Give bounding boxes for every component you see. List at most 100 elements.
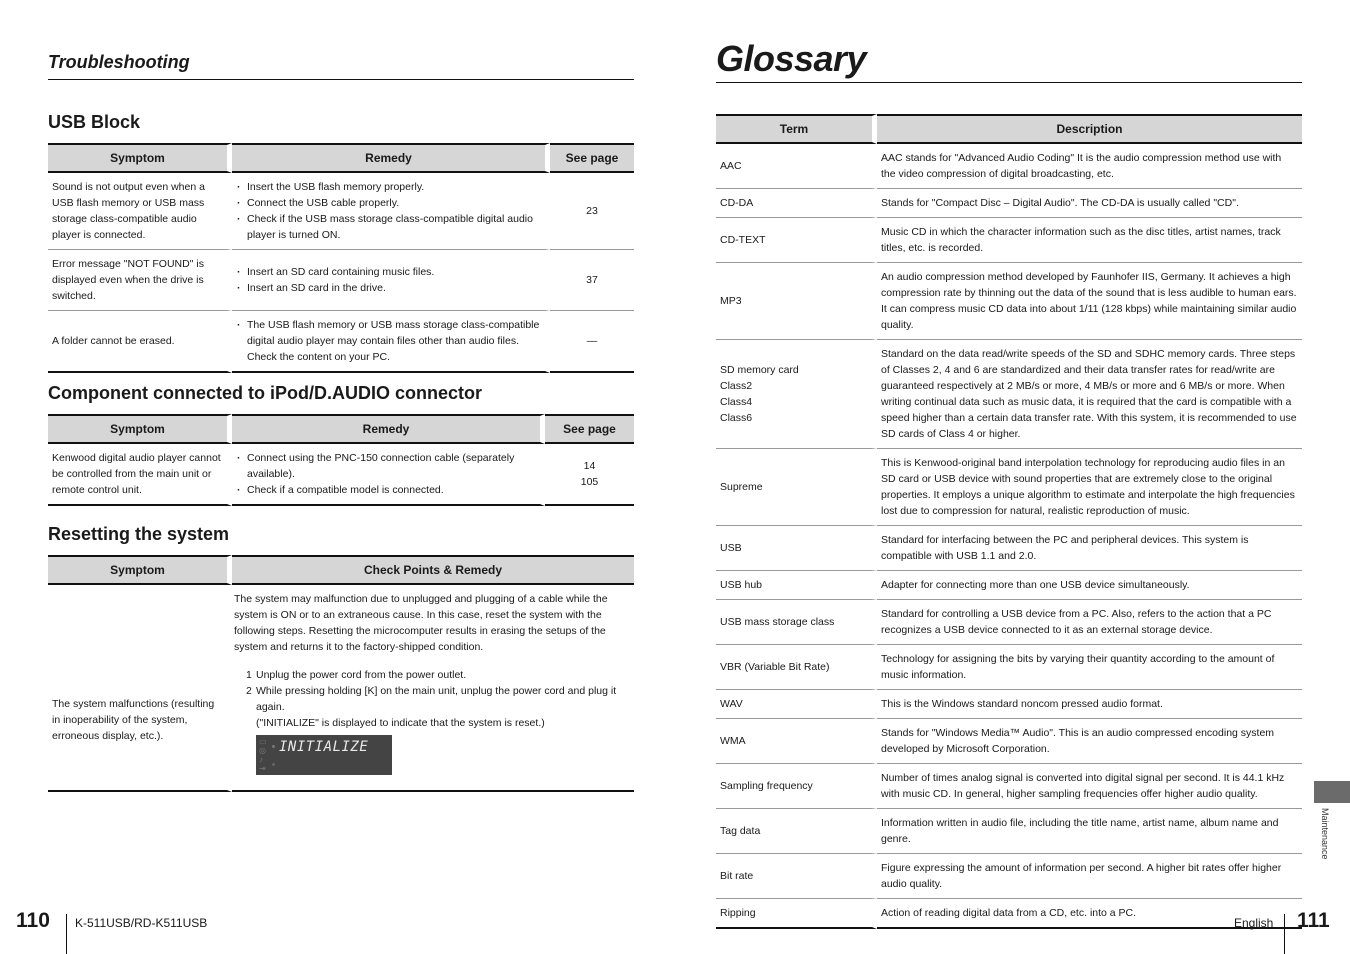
remedy-item: The USB flash memory or USB mass storage… [236, 317, 541, 365]
remedy-cell: Insert the USB flash memory properly. Co… [232, 173, 550, 250]
term-cell: WAV [716, 690, 877, 719]
term-line: Class4 [720, 396, 753, 408]
initialize-display-image: ▭ ◎ ♪ ⇥ INITIALIZE [256, 735, 392, 775]
glossary-row: VBR (Variable Bit Rate) Technology for as… [716, 645, 1302, 690]
remedy-cell: Insert an SD card containing music files… [232, 250, 550, 311]
glossary-title: Glossary [716, 36, 1302, 83]
description-cell: Information written in audio file, inclu… [877, 809, 1302, 854]
term-line: Class2 [720, 380, 753, 392]
see-page-value: 105 [580, 476, 599, 488]
col-header-see-page: See page [545, 414, 634, 444]
description-cell: Music CD in which the character informat… [877, 218, 1302, 263]
table-row: Sound is not output even when a USB flas… [48, 173, 634, 250]
see-page-value: 14 [583, 460, 596, 472]
display-text: INITIALIZE [279, 739, 369, 755]
glossary-body: AAC AAC stands for "Advanced Audio Coding… [716, 144, 1302, 929]
term-line: SD memory card [720, 364, 799, 376]
term-cell: Supreme [716, 449, 877, 526]
term-cell: MP3 [716, 263, 877, 340]
description-cell: This is Kenwood-original band interpolat… [877, 449, 1302, 526]
glossary-row: SD memory card Class2 Class4 Class6 Standard… [716, 340, 1302, 449]
symptom-cell: Sound is not output even when a USB flas… [48, 173, 232, 250]
model-name: K-511USB/RD-K511USB [75, 916, 208, 930]
remedy-item: Connect the USB cable properly. [236, 195, 541, 211]
remedy-cell: Connect using the PNC-150 connection cab… [232, 444, 545, 506]
col-header-term: Term [716, 114, 877, 144]
description-cell: AAC stands for "Advanced Audio Coding" I… [877, 144, 1302, 189]
term-cell: USB mass storage class [716, 600, 877, 645]
col-header-symptom: Symptom [48, 143, 232, 173]
description-cell: Figure expressing the amount of informat… [877, 854, 1302, 899]
see-page-cell: — [550, 311, 634, 373]
term-cell: Tag data [716, 809, 877, 854]
ipod-block-heading: Component connected to iPod/D.AUDIO conn… [48, 383, 483, 403]
check-points-cell: The system may malfunction due to unplug… [232, 585, 634, 792]
symptom-cell: The system malfunctions (resulting in in… [48, 585, 232, 792]
reset-steps: 1 Unplug the power cord from the power ou… [234, 667, 634, 715]
glossary-row: Bit rate Figure expressing the amount of … [716, 854, 1302, 899]
description-cell: Standard for controlling a USB device fr… [877, 600, 1302, 645]
glossary-row: CD-DA Stands for "Compact Disc – Digital … [716, 189, 1302, 218]
glossary-row: Sampling frequency Number of times analog… [716, 764, 1302, 809]
glossary-row: WMA Stands for "Windows Media™ Audio". Th… [716, 719, 1302, 764]
term-cell: USB [716, 526, 877, 571]
display-status-icons: ▭ ◎ ♪ ⇥ [259, 737, 267, 773]
remedy-item: Insert an SD card containing music files… [236, 264, 541, 280]
col-header-description: Description [877, 114, 1302, 144]
language-label: English [1234, 916, 1274, 930]
glossary-row: AAC AAC stands for "Advanced Audio Coding… [716, 144, 1302, 189]
col-header-remedy: Remedy [232, 143, 550, 173]
description-cell: Standard for interfacing between the PC … [877, 526, 1302, 571]
ipod-block-table: Symptom Remedy See page Kenwood digital … [48, 414, 634, 506]
description-cell: Stands for "Compact Disc – Digital Audio… [877, 189, 1302, 218]
display-dot [272, 745, 275, 748]
col-header-symptom: Symptom [48, 414, 232, 444]
term-cell: Bit rate [716, 854, 877, 899]
reset-intro: The system may malfunction due to unplug… [234, 593, 608, 653]
term-cell: CD-DA [716, 189, 877, 218]
remedy-item: Connect using the PNC-150 connection cab… [236, 450, 536, 482]
col-header-check-points: Check Points & Remedy [232, 555, 634, 585]
col-header-remedy: Remedy [232, 414, 545, 444]
glossary-row: Tag data Information written in audio fil… [716, 809, 1302, 854]
table-row: The system malfunctions (resulting in in… [48, 585, 634, 792]
table-row: Error message "NOT FOUND" is displayed e… [48, 250, 634, 311]
col-header-symptom: Symptom [48, 555, 232, 585]
description-cell: Stands for "Windows Media™ Audio". This … [877, 719, 1302, 764]
description-cell: Number of times analog signal is convert… [877, 764, 1302, 809]
see-page-cell: 14 105 [545, 444, 634, 506]
term-cell: WMA [716, 719, 877, 764]
running-head: Troubleshooting [48, 52, 634, 80]
glossary-row: MP3 An audio compression method developed… [716, 263, 1302, 340]
glossary-row: USB hub Adapter for connecting more than … [716, 571, 1302, 600]
section-tab-label: Maintenance [1320, 808, 1330, 860]
glossary-row: USB mass storage class Standard for contr… [716, 600, 1302, 645]
reset-block-table: Symptom Check Points & Remedy The system… [48, 555, 634, 792]
usb-block-heading: USB Block [48, 112, 141, 132]
description-cell: This is the Windows standard noncom pres… [877, 690, 1302, 719]
term-cell: Ripping [716, 899, 877, 929]
col-header-see-page: See page [550, 143, 634, 173]
reset-step: 1 Unplug the power cord from the power ou… [246, 669, 467, 681]
table-row: A folder cannot be erased. The USB flash… [48, 311, 634, 373]
reset-step: 2 While pressing holding [K] on the main … [246, 685, 617, 713]
symptom-cell: A folder cannot be erased. [48, 311, 232, 373]
remedy-item: Check if the USB mass storage class-comp… [236, 211, 541, 243]
term-cell: CD-TEXT [716, 218, 877, 263]
term-cell: Sampling frequency [716, 764, 877, 809]
description-cell: Adapter for connecting more than one USB… [877, 571, 1302, 600]
description-cell: Technology for assigning the bits by var… [877, 645, 1302, 690]
page-number-right: 111 [1297, 909, 1330, 932]
footer-divider [66, 914, 67, 954]
term-cell: USB hub [716, 571, 877, 600]
term-cell: VBR (Variable Bit Rate) [716, 645, 877, 690]
term-line: Class6 [720, 412, 753, 424]
remedy-item: Insert the USB flash memory properly. [236, 179, 541, 195]
remedy-cell: The USB flash memory or USB mass storage… [232, 311, 550, 373]
table-row: Kenwood digital audio player cannot be c… [48, 444, 634, 506]
footer-divider [1284, 914, 1285, 954]
term-cell: SD memory card Class2 Class4 Class6 [716, 340, 877, 449]
description-cell: An audio compression method developed by… [877, 263, 1302, 340]
glossary-row: CD-TEXT Music CD in which the character i… [716, 218, 1302, 263]
description-cell: Standard on the data read/write speeds o… [877, 340, 1302, 449]
